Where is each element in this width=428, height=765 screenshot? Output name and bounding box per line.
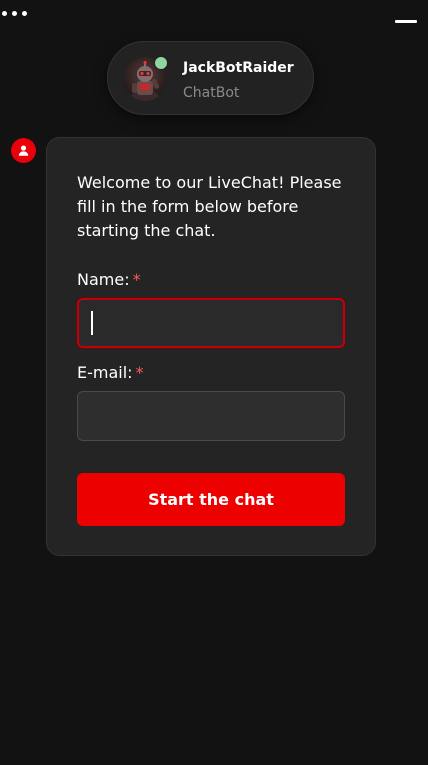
email-input[interactable] <box>77 391 345 441</box>
name-label-text: Name: <box>77 270 130 289</box>
dot <box>2 11 7 16</box>
prechat-form-card: Welcome to our LiveChat! Please fill in … <box>46 137 376 556</box>
minimize-icon[interactable] <box>395 20 417 23</box>
online-status-indicator <box>154 56 168 70</box>
welcome-message: Welcome to our LiveChat! Please fill in … <box>77 173 342 240</box>
more-options-icon[interactable] <box>2 11 27 16</box>
required-marker: * <box>135 363 144 382</box>
dot <box>12 11 17 16</box>
dot <box>22 11 27 16</box>
text-caret <box>91 311 93 335</box>
email-label: E-mail: * <box>77 363 144 382</box>
name-label: Name: * <box>77 270 141 289</box>
email-label-text: E-mail: <box>77 363 133 382</box>
required-marker: * <box>132 270 141 289</box>
bot-role: ChatBot <box>183 85 240 101</box>
name-input[interactable] <box>77 298 345 348</box>
start-chat-button[interactable]: Start the chat <box>77 473 345 526</box>
bot-header: JackBotRaider ChatBot <box>107 41 314 115</box>
bot-name: JackBotRaider <box>183 60 294 76</box>
user-icon <box>11 138 36 163</box>
